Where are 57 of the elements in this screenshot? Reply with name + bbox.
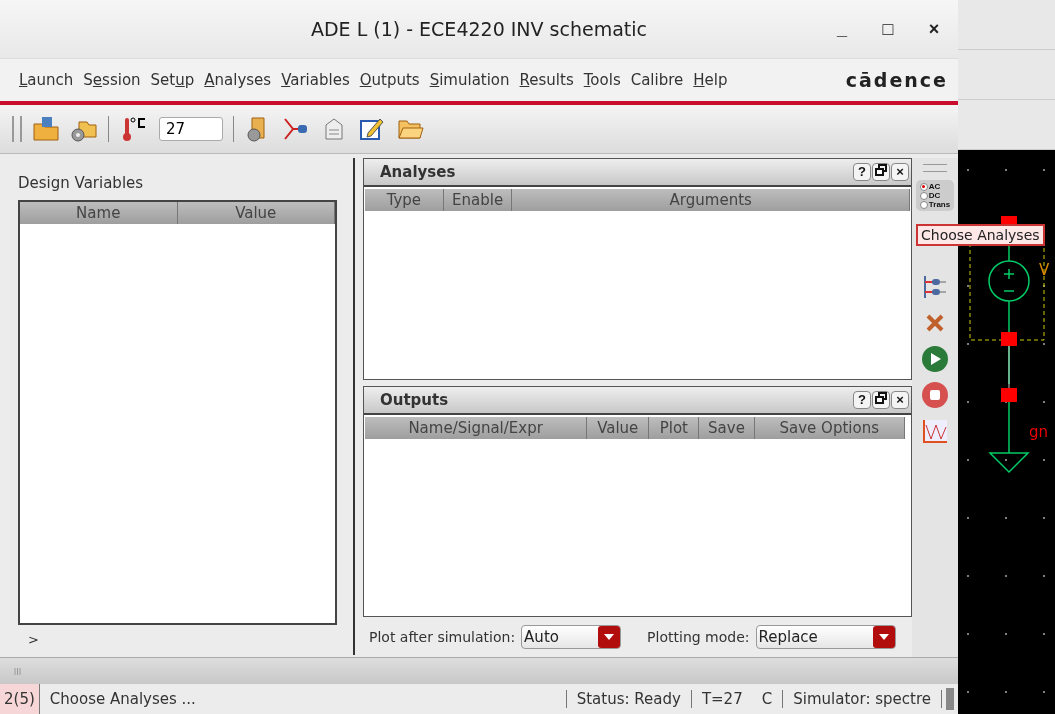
net-label: gn — [1029, 423, 1049, 441]
toolbar-grip[interactable] — [12, 116, 22, 142]
grip-handle-icon[interactable] — [14, 667, 21, 675]
toolbar-grip[interactable] — [923, 164, 947, 172]
status-count: 2(5) — [0, 684, 40, 714]
menu-item[interactable]: Variables — [276, 71, 355, 89]
help-button[interactable]: ? — [853, 163, 871, 181]
plot-after-dropdown[interactable]: Auto — [521, 625, 622, 649]
panel-title: Outputs — [380, 391, 449, 409]
status-text: Status: Ready — [566, 690, 692, 708]
panel-title: Analyses — [380, 163, 456, 181]
waveform-icon[interactable] — [921, 417, 949, 445]
menu-item[interactable]: Analyses — [199, 71, 277, 89]
restore-icon — [875, 164, 887, 176]
float-button[interactable] — [872, 391, 890, 409]
window-title: ADE L (1) - ECE4220 INV schematic — [310, 18, 648, 40]
run-icon[interactable] — [921, 345, 949, 373]
analysis-radio[interactable]: DC — [919, 191, 951, 200]
menu-item[interactable]: Calibre — [625, 71, 689, 89]
float-button[interactable] — [872, 163, 890, 181]
analysis-radio[interactable]: Trans — [919, 200, 951, 209]
field-label: Plot after simulation: — [369, 629, 516, 645]
help-button[interactable]: ? — [853, 391, 871, 409]
close-button[interactable]: × — [922, 18, 946, 40]
expand-arrow[interactable]: > — [0, 625, 353, 655]
stop-icon[interactable] — [921, 381, 949, 409]
menu-item[interactable]: Launch — [14, 71, 79, 89]
caret-icon — [604, 634, 615, 640]
variables-table[interactable]: Name Value — [18, 200, 337, 625]
close-button[interactable]: × — [891, 391, 909, 409]
menu-item[interactable]: Outputs — [354, 71, 425, 89]
simulator-text: Simulator: spectre — [783, 690, 942, 708]
minimize-button[interactable]: _ — [830, 18, 854, 40]
analysis-radio[interactable]: AC — [919, 182, 951, 191]
menu-item[interactable]: Help — [688, 71, 733, 89]
panel-title: Design Variables — [17, 174, 145, 192]
temperature-field[interactable]: 27 — [159, 117, 223, 141]
menu-item[interactable]: Results — [514, 71, 579, 89]
caret-icon — [878, 634, 889, 640]
plotting-mode-dropdown[interactable]: Replace — [755, 625, 896, 649]
maximize-button[interactable]: □ — [876, 18, 900, 40]
logo: cādence — [845, 69, 948, 91]
status-message: Choose Analyses ... — [39, 690, 567, 708]
ground-drawing[interactable] — [988, 388, 1030, 474]
folder-icon[interactable] — [32, 115, 60, 143]
field-label: Plotting mode: — [647, 629, 750, 645]
resize-grip[interactable] — [946, 688, 954, 710]
menu-item[interactable]: Setup — [145, 71, 200, 89]
tooltip: Choose Analyses — [916, 224, 1045, 246]
restore-icon — [875, 392, 887, 404]
menu-item[interactable]: Tools — [578, 71, 626, 89]
connector-icon[interactable] — [921, 273, 949, 301]
instance-label: V — [1039, 261, 1050, 279]
temperature-text: T=27 C — [691, 690, 784, 708]
close-button[interactable]: × — [891, 163, 909, 181]
menu-item[interactable]: Session — [78, 71, 146, 89]
menu-item[interactable]: Simulation — [424, 71, 515, 89]
